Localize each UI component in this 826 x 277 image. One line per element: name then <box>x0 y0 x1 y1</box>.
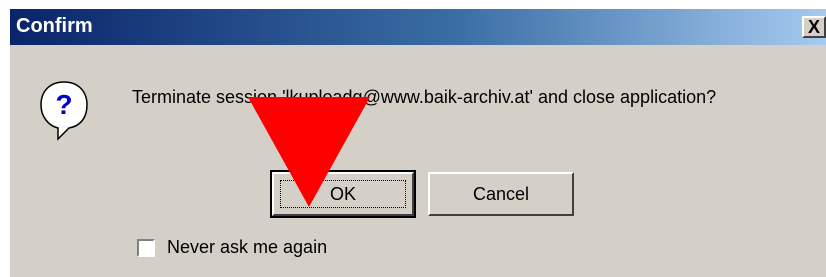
confirm-dialog: Confirm X ? Terminate session 'lkuploadg… <box>8 7 826 277</box>
close-icon: X <box>807 16 820 37</box>
dialog-message: Terminate session 'lkuploadg@www.baik-ar… <box>132 87 717 107</box>
cancel-button[interactable]: Cancel <box>428 172 574 216</box>
never-ask-option[interactable]: Never ask me again <box>137 237 327 258</box>
ok-button[interactable]: OK <box>270 170 416 218</box>
title-bar[interactable]: Confirm X <box>10 9 826 45</box>
cancel-button-label: Cancel <box>472 183 530 204</box>
close-button[interactable]: X <box>802 16 826 38</box>
never-ask-checkbox[interactable] <box>137 238 155 257</box>
question-icon: ? <box>40 81 88 141</box>
never-ask-label[interactable]: Never ask me again <box>167 237 327 258</box>
svg-text:?: ? <box>55 89 72 120</box>
window-title: Confirm <box>16 15 93 37</box>
focus-rectangle <box>280 180 406 208</box>
